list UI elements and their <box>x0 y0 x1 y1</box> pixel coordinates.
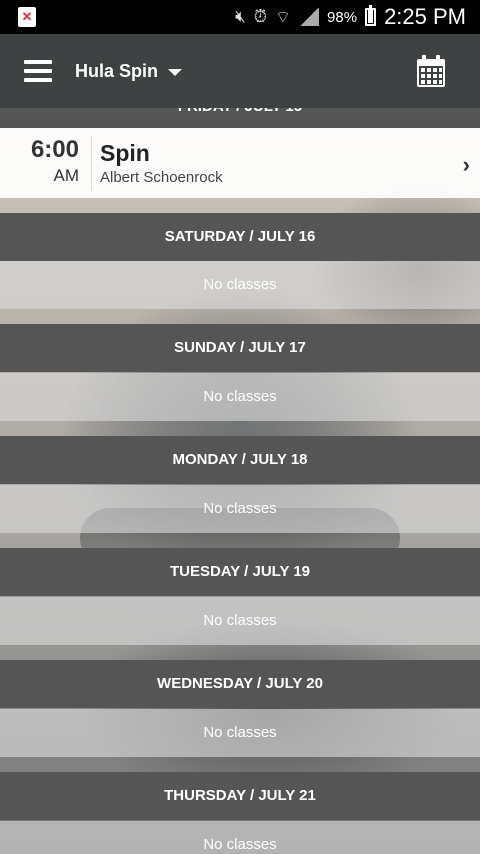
empty-row-monday: No classes <box>0 485 480 533</box>
class-name: Spin <box>100 140 150 166</box>
empty-row-sunday: No classes <box>0 373 480 421</box>
day-header-wednesday: WEDNESDAY / JULY 20 <box>0 660 480 708</box>
chevron-down-icon <box>168 69 183 76</box>
class-time: 6:00 AM <box>0 136 92 190</box>
mute-icon: 🔇︎ <box>235 7 246 26</box>
class-row[interactable]: 6:00 AM Spin Albert Schoenrock › <box>0 128 480 198</box>
class-time-ampm: AM <box>53 166 80 185</box>
empty-row-thursday: No classes <box>0 821 480 854</box>
notification-icon: ✕ <box>18 7 36 27</box>
app-title: Hula Spin <box>75 60 159 81</box>
empty-row-saturday: No classes <box>0 261 480 309</box>
status-time: 2:25 PM <box>384 4 466 29</box>
battery-icon <box>365 5 377 26</box>
day-header-saturday: SATURDAY / JULY 16 <box>0 213 480 261</box>
empty-row-wednesday: No classes <box>0 709 480 757</box>
day-header-thursday: THURSDAY / JULY 21 <box>0 772 480 820</box>
day-header-sunday: SUNDAY / JULY 17 <box>0 324 480 372</box>
status-bar: ✕ 🔇︎ ⏰︎ ⌔ 98% 2:25 PM <box>0 0 480 34</box>
class-instructor: Albert Schoenrock <box>100 169 223 186</box>
day-header-monday: MONDAY / JULY 18 <box>0 436 480 484</box>
battery-percent: 98% <box>327 8 358 26</box>
location-dropdown[interactable]: Hula Spin <box>75 60 183 82</box>
hamburger-icon[interactable] <box>24 60 52 82</box>
calendar-icon[interactable] <box>416 54 446 88</box>
class-time-value: 6:00 <box>30 136 79 163</box>
day-header-tuesday: TUESDAY / JULY 19 <box>0 548 480 596</box>
empty-row-tuesday: No classes <box>0 597 480 645</box>
alarm-icon: ⏰︎ <box>253 7 268 26</box>
app-bar: Hula Spin <box>0 34 480 108</box>
signal-icon <box>299 8 320 26</box>
chevron-right-icon: › <box>462 152 470 177</box>
wifi-icon: ⌔ <box>275 7 292 27</box>
